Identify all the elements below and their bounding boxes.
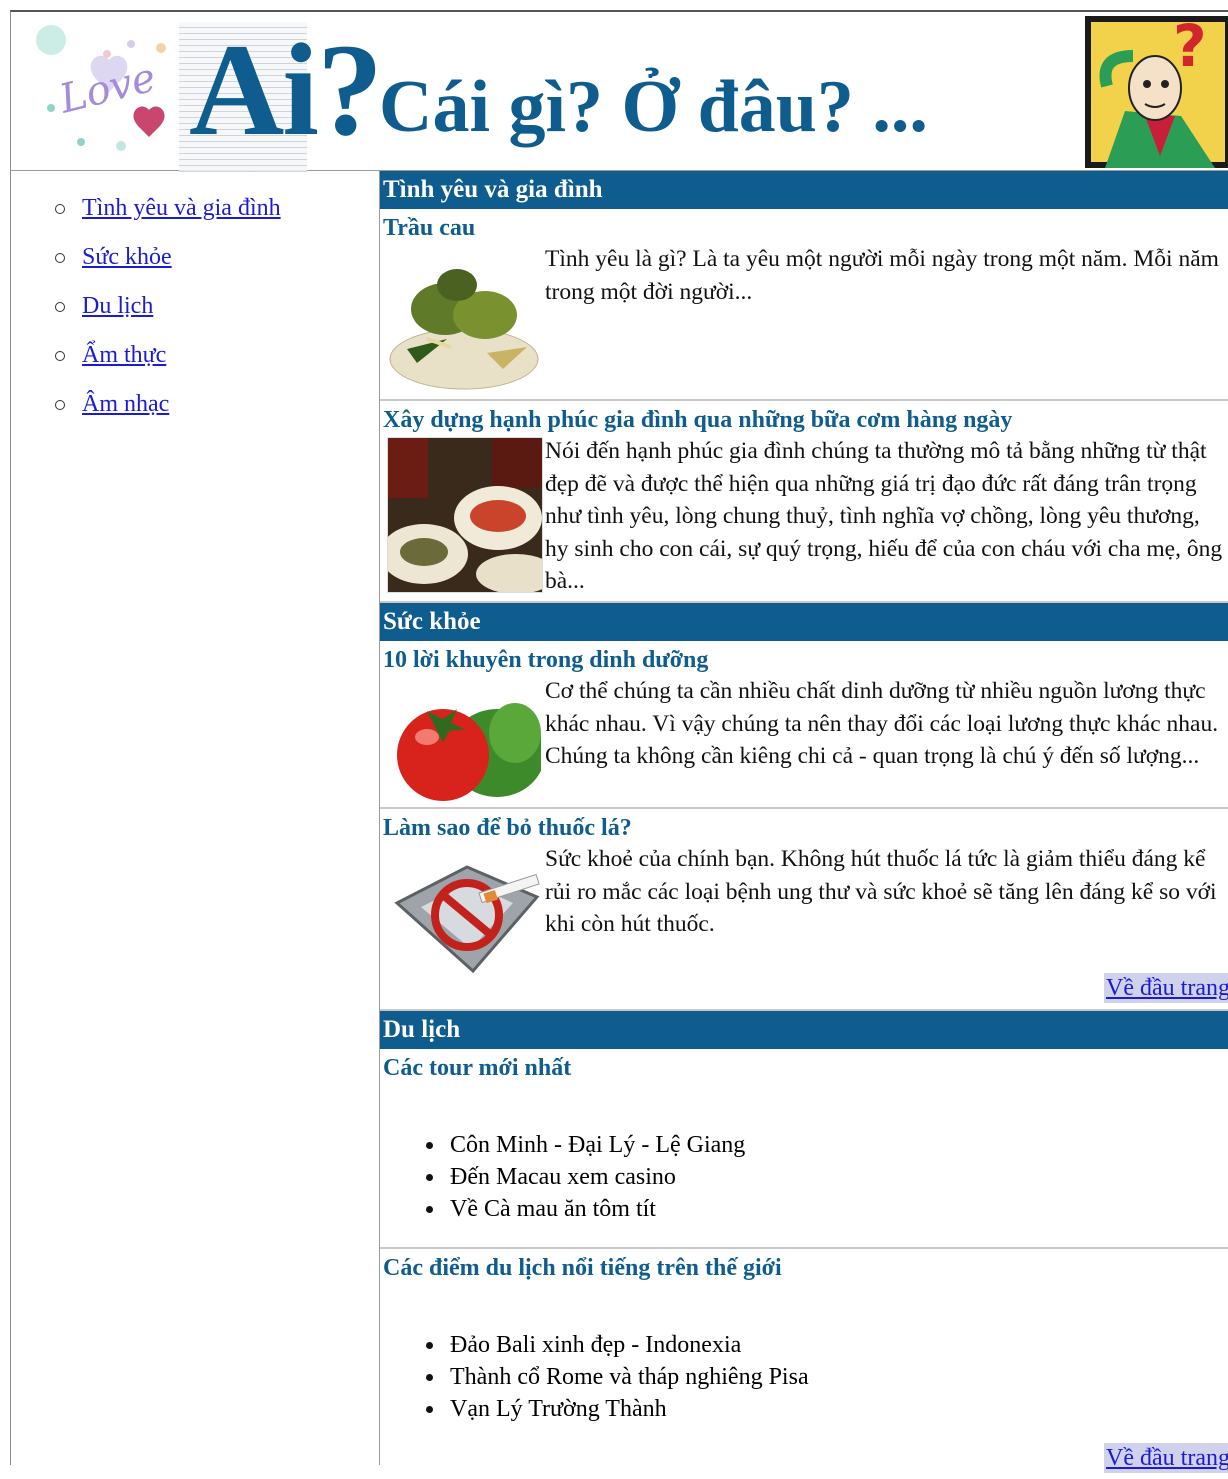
list-item: Côn Minh - Đại Lý - Lệ Giang — [424, 1129, 745, 1161]
sidebar-item-love-family: Tình yêu và gia đình — [53, 193, 281, 242]
section-header-love-family: Tình yêu và gia đình — [380, 171, 1228, 209]
list-item: Vạn Lý Trường Thành — [424, 1393, 809, 1425]
article-quit-smoking: Làm sao để bỏ thuốc lá? Sức khoẻ của chí… — [380, 809, 1228, 1011]
circle-bullet-icon — [55, 302, 65, 312]
circle-bullet-icon — [55, 204, 65, 214]
article-family-meals: Xây dựng hạnh phúc gia đình qua những bữ… — [380, 401, 1228, 603]
article-trau-cau: Trầu cau Tình yêu là gì? Là ta yêu một n… — [380, 209, 1228, 401]
section-header-travel: Du lịch — [380, 1011, 1228, 1049]
site-title-ai: Ai? — [189, 16, 383, 163]
sidebar: Tình yêu và gia đình Sức khỏe Du lịch Ẩm… — [11, 171, 380, 1465]
article-excerpt: Cơ thể chúng ta cần nhiều chất dinh dưỡn… — [545, 678, 1219, 769]
list-item: Thành cổ Rome và tháp nghiêng Pisa — [424, 1361, 809, 1393]
circle-bullet-icon — [55, 253, 65, 263]
family-meal-image — [387, 437, 543, 593]
tour-list: Côn Minh - Đại Lý - Lệ Giang Đến Macau x… — [424, 1129, 745, 1225]
site-header: Love Ai? Cái gì? Ở đâu? ... ? — [11, 12, 1228, 172]
list-item: Đến Macau xem casino — [424, 1161, 745, 1193]
list-item: Về Cà mau ăn tôm tít — [424, 1193, 745, 1225]
back-to-top-link[interactable]: Về đầu trang — [1104, 1443, 1228, 1473]
destination-list: Đảo Bali xinh đẹp - Indonexia Thành cổ R… — [424, 1329, 809, 1425]
betel-areca-image — [387, 249, 541, 394]
sidebar-item-health: Sức khỏe — [53, 242, 281, 291]
sidebar-link-cuisine[interactable]: Ẩm thực — [82, 342, 166, 368]
tomato-image — [387, 693, 541, 805]
list-block-title[interactable]: Các điểm du lịch nổi tiếng trên thế giới — [383, 1251, 782, 1285]
travel-latest-tours: Các tour mới nhất Côn Minh - Đại Lý - Lệ… — [380, 1049, 1228, 1249]
sidebar-item-music: Âm nhạc — [53, 389, 281, 438]
article-excerpt: Nói đến hạnh phúc gia đình chúng ta thườ… — [545, 438, 1223, 594]
sidebar-link-travel[interactable]: Du lịch — [82, 293, 153, 319]
love-hearts-logo: Love — [36, 25, 166, 151]
circle-bullet-icon — [55, 400, 65, 410]
sidebar-item-cuisine: Ẩm thực — [53, 340, 281, 389]
sidebar-item-travel: Du lịch — [53, 291, 281, 340]
article-excerpt: Tình yêu là gì? Là ta yêu một người mỗi … — [545, 246, 1219, 305]
sidebar-link-health[interactable]: Sức khỏe — [82, 244, 172, 270]
article-title[interactable]: Trầu cau — [383, 211, 475, 245]
back-to-top-link[interactable]: Về đầu trang — [1104, 973, 1228, 1003]
svg-text:?: ? — [1173, 16, 1207, 80]
article-title[interactable]: Làm sao để bỏ thuốc lá? — [383, 811, 632, 845]
sidebar-link-love-family[interactable]: Tình yêu và gia đình — [82, 195, 281, 221]
site-title-rest: Cái gì? Ở đâu? ... — [379, 66, 928, 148]
article-nutrition-tips: 10 lời khuyên trong dinh dưỡng Cơ thể ch… — [380, 641, 1228, 809]
travel-famous-destinations: Các điểm du lịch nổi tiếng trên thế giới… — [380, 1249, 1228, 1479]
sidebar-nav: Tình yêu và gia đình Sức khỏe Du lịch Ẩm… — [53, 193, 281, 438]
section-header-health: Sức khỏe — [380, 603, 1228, 641]
article-excerpt: Sức khoẻ của chính bạn. Không hút thuốc … — [545, 846, 1217, 937]
main-content: Tình yêu và gia đình Trầu cau Tình yêu l… — [380, 171, 1228, 1479]
confused-man-image: ? — [1085, 16, 1228, 168]
article-title[interactable]: Xây dựng hạnh phúc gia đình qua những bữ… — [383, 403, 1012, 437]
list-block-title[interactable]: Các tour mới nhất — [383, 1051, 571, 1085]
list-item: Đảo Bali xinh đẹp - Indonexia — [424, 1329, 809, 1361]
sidebar-link-music[interactable]: Âm nhạc — [82, 391, 169, 417]
no-smoking-image — [387, 853, 541, 977]
circle-bullet-icon — [55, 351, 65, 361]
article-title[interactable]: 10 lời khuyên trong dinh dưỡng — [383, 643, 708, 677]
